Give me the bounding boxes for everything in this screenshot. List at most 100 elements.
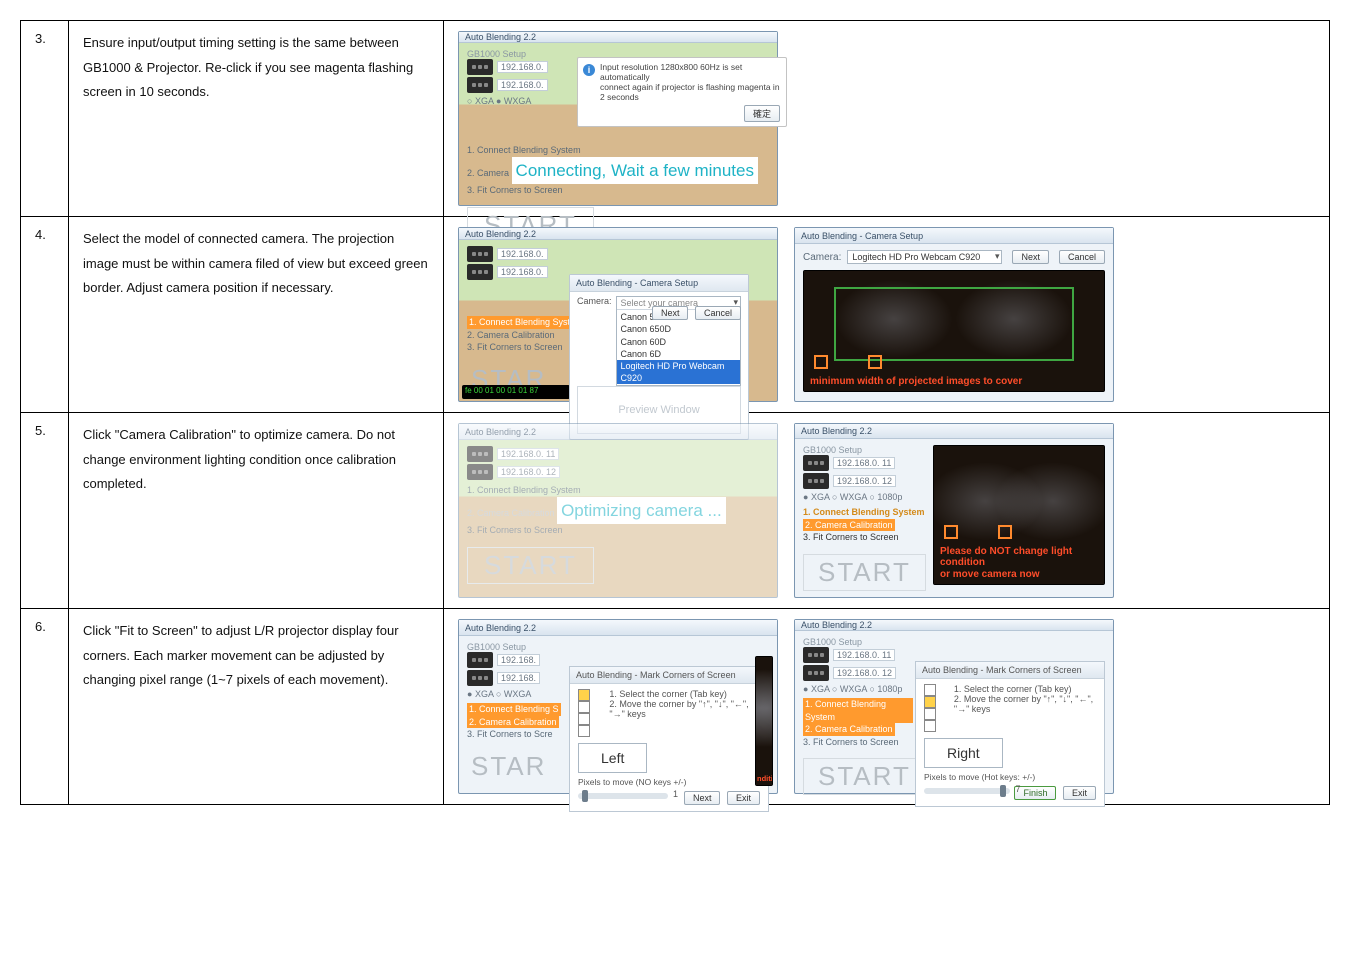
table-row: 3. Ensure input/output timing setting is… [21,21,1330,217]
status-message: Connecting, Wait a few minutes [512,157,758,185]
port-icon [803,455,829,471]
step-description: Click "Camera Calibration" to optimize c… [83,423,429,497]
step-connect: 1. Connect Blending S [467,703,561,716]
exit-button[interactable]: Exit [1063,786,1096,800]
corner-tl[interactable] [924,684,936,696]
steps-list: 1. Connect Blending System 2. Camera Cal… [803,506,925,544]
steps-list: 1. Connect Blending S 2. Camera Calibrat… [467,703,567,741]
side-label-right: Right [924,738,1003,768]
window-title: Auto Blending 2.2 [459,424,777,440]
warning-caption: minimum width of projected images to cov… [810,376,1022,387]
corner-tl[interactable] [578,689,590,701]
radio-1080p: 1080p [869,684,902,694]
screenshot-step5-result: Auto Blending 2.2 GB1000 Setup 192.168.0… [794,423,1114,598]
dropdown-option[interactable]: Canon 650D [621,324,672,334]
dropdown-option[interactable]: Canon 6D [621,349,662,359]
dialog-title: Auto Blending - Camera Setup [795,228,1113,244]
next-button[interactable]: Next [684,791,721,805]
radio-xga: XGA [467,689,493,699]
pixels-slider[interactable]: 1 [578,793,668,799]
table-row: 4. Select the model of connected camera.… [21,217,1330,413]
step-connect: 1. Connect Blending System [467,484,769,497]
step-connect: 1. Connect Blending System [803,698,913,723]
start-label: START [803,554,926,591]
ip-field: 192.168.0. 12 [497,466,560,478]
corner-bl[interactable] [924,708,936,720]
calibration-preview: Please do NOT change light condition or … [933,445,1105,585]
port-icon [467,670,493,686]
warning-caption: or move camera now [940,569,1039,580]
dropdown-option[interactable]: Logitech HD Pro Webcam C920 [617,360,740,384]
table-row: 5. Click "Camera Calibration" to optimiz… [21,413,1330,609]
pixels-value: 7 [1015,784,1020,794]
dropdown-option[interactable]: Canon 60D [621,337,667,347]
port-icon [803,647,829,663]
instructions-table: 3. Ensure input/output timing setting is… [20,20,1330,805]
projector-markers [944,525,1012,539]
step-connect: 1. Connect Blending System [467,144,769,157]
status-message: Optimizing camera ... [557,497,726,525]
info-line: connect again if projector is flashing m… [600,82,780,102]
step-description: Ensure input/output timing setting is th… [83,31,429,105]
port-icon [467,446,493,462]
radio-wxga: WXGA [832,492,867,502]
corner-selector[interactable] [924,684,948,732]
warning-caption: Please do NOT change light condition [940,546,1104,568]
step-fit: 3. Fit Corners to Scre [467,728,567,741]
resolution-radios: XGA WXGA [467,689,567,699]
camera-dropdown[interactable]: Logitech HD Pro Webcam C920 [847,250,1002,264]
finish-button[interactable]: Finish [1014,786,1056,800]
corner-selector[interactable] [578,689,603,737]
screenshot-step3: Auto Blending 2.2 GB1000 Setup 192.168.0… [458,31,778,206]
ok-button[interactable]: 確定 [744,105,780,122]
next-button[interactable]: Next [1012,250,1049,264]
corner-tr[interactable] [578,701,590,713]
camera-label: Camera: [803,252,841,263]
projector-markers [814,355,882,369]
camera-preview: minimum width of projected images to cov… [803,270,1105,392]
window-title: Auto Blending 2.2 [459,228,777,240]
radio-xga: XGA [803,492,829,502]
cancel-button[interactable]: Cancel [1059,250,1105,264]
step-description: Click "Fit to Screen" to adjust L/R proj… [83,619,429,693]
pixels-label: Pixels to move (Hot keys: +/-) [924,772,1096,782]
window-title: Auto Blending 2.2 [459,32,777,43]
green-border [834,287,1074,361]
panel-header: GB1000 Setup [803,637,913,647]
ip-field: 192.168.0. 12 [833,475,896,487]
corner-tr[interactable] [924,696,936,708]
resolution-radios: XGA WXGA 1080p [803,684,913,694]
step-camera-status: 2. Camera Calibration Optimizing camera … [467,497,769,525]
step-fit: 3. Fit Corners to Screen [467,524,769,537]
corner-bl[interactable] [578,713,590,725]
step-number: 6. [21,609,69,805]
window-title: Auto Blending 2.2 [795,424,1113,439]
camera-setup-dialog: Auto Blending - Camera Setup Camera: Sel… [569,274,749,440]
exit-button[interactable]: Exit [727,791,760,805]
ip-field: 192.168.0. [497,248,548,260]
step-number: 3. [21,21,69,217]
ip-field: 192.168.0. 11 [833,649,895,661]
mark-corners-dialog: Auto Blending - Mark Corners of Screen 1… [569,666,769,812]
marker-icon [868,355,882,369]
dialog-title: Auto Blending - Mark Corners of Screen [570,667,768,684]
steps-list: 1. Connect Blending System 2. Camera Cal… [467,484,769,537]
pixels-slider[interactable]: 7 [924,788,1010,794]
panel-header: GB1000 Setup [467,642,567,652]
step-description: Select the model of connected camera. Th… [83,227,429,301]
corner-br[interactable] [924,720,936,732]
camera-label: Camera: [577,296,612,306]
ip-field: 192.168.0. [497,61,548,73]
panel-header: GB1000 Setup [803,445,925,455]
window-title: Auto Blending 2.2 [459,620,777,636]
steps-list: 1. Connect Blending System 2. Camera Con… [467,144,769,197]
step-camera: 2. Camera Calibration [803,519,895,532]
step-fit: 3. Fit Corners to Screen [803,736,913,749]
step-connect: 1. Connect Blending System [803,506,925,519]
port-icon [467,77,493,93]
help-line: 1. Select the corner (Tab key) [954,684,1096,694]
corner-br[interactable] [578,725,590,737]
help-line: 1. Select the corner (Tab key) [609,689,760,699]
ip-field: 192.168.0. 11 [833,457,895,469]
dropdown-selected: Logitech HD Pro Webcam C920 [848,251,1001,263]
